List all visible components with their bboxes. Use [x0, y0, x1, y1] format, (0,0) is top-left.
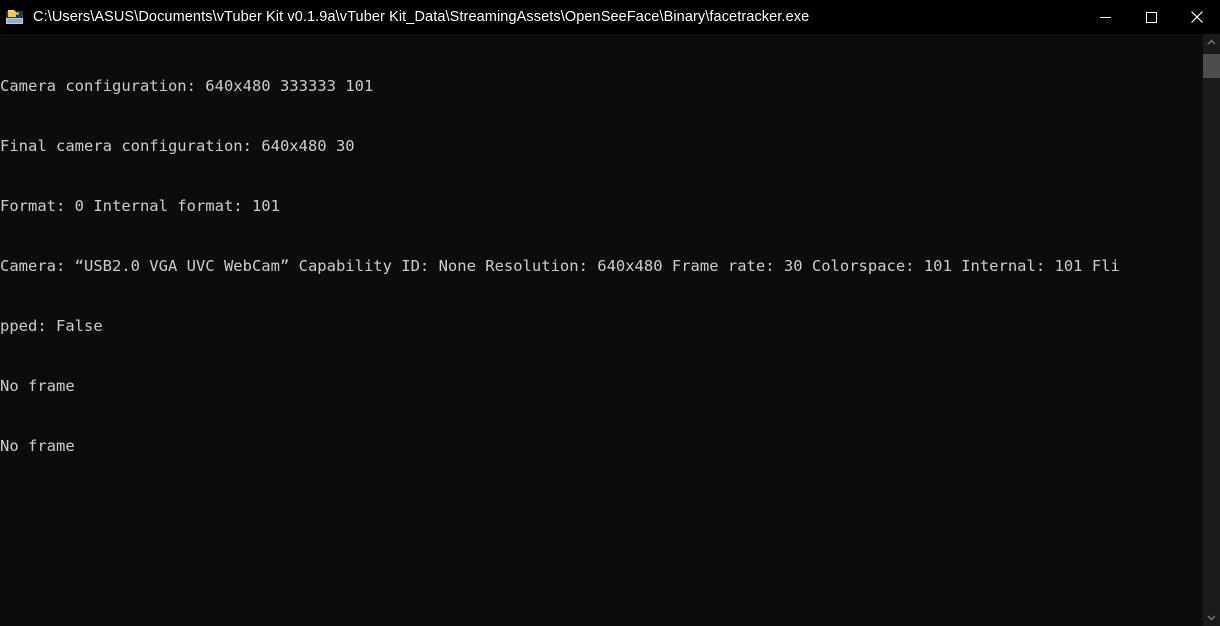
scrollbar-thumb[interactable] — [1203, 54, 1220, 78]
maximize-icon — [1145, 11, 1157, 23]
close-button[interactable] — [1174, 0, 1220, 34]
chevron-down-icon — [1207, 614, 1216, 621]
minimize-button[interactable] — [1082, 0, 1128, 34]
console-window: C:\Users\ASUS\Documents\vTuber Kit v0.1.… — [0, 0, 1220, 626]
console-line: pped: False — [0, 317, 103, 335]
console-line: No frame — [0, 437, 75, 455]
minimize-icon — [1099, 12, 1111, 23]
chevron-up-icon — [1207, 39, 1216, 46]
console-output[interactable]: Camera configuration: 640x480 333333 101… — [0, 34, 1202, 626]
maximize-button[interactable] — [1128, 0, 1174, 34]
title-bar[interactable]: C:\Users\ASUS\Documents\vTuber Kit v0.1.… — [0, 0, 1220, 34]
console-line: Format: 0 Internal format: 101 — [0, 197, 280, 215]
console-client-area: Camera configuration: 640x480 333333 101… — [0, 34, 1220, 626]
window-controls — [1082, 0, 1220, 34]
console-line: Camera: “USB2.0 VGA UVC WebCam” Capabili… — [0, 257, 1120, 275]
window-title: C:\Users\ASUS\Documents\vTuber Kit v0.1.… — [33, 9, 810, 25]
scrollbar-up-button[interactable] — [1203, 34, 1220, 51]
close-icon — [1191, 11, 1203, 23]
console-line: Camera configuration: 640x480 333333 101 — [0, 77, 374, 95]
scrollbar-down-button[interactable] — [1203, 609, 1220, 626]
scrollbar-track[interactable] — [1203, 51, 1220, 609]
console-line: Final camera configuration: 640x480 30 — [0, 137, 355, 155]
vertical-scrollbar[interactable] — [1202, 34, 1220, 626]
console-application-icon — [5, 7, 25, 27]
console-line: No frame — [0, 377, 75, 395]
